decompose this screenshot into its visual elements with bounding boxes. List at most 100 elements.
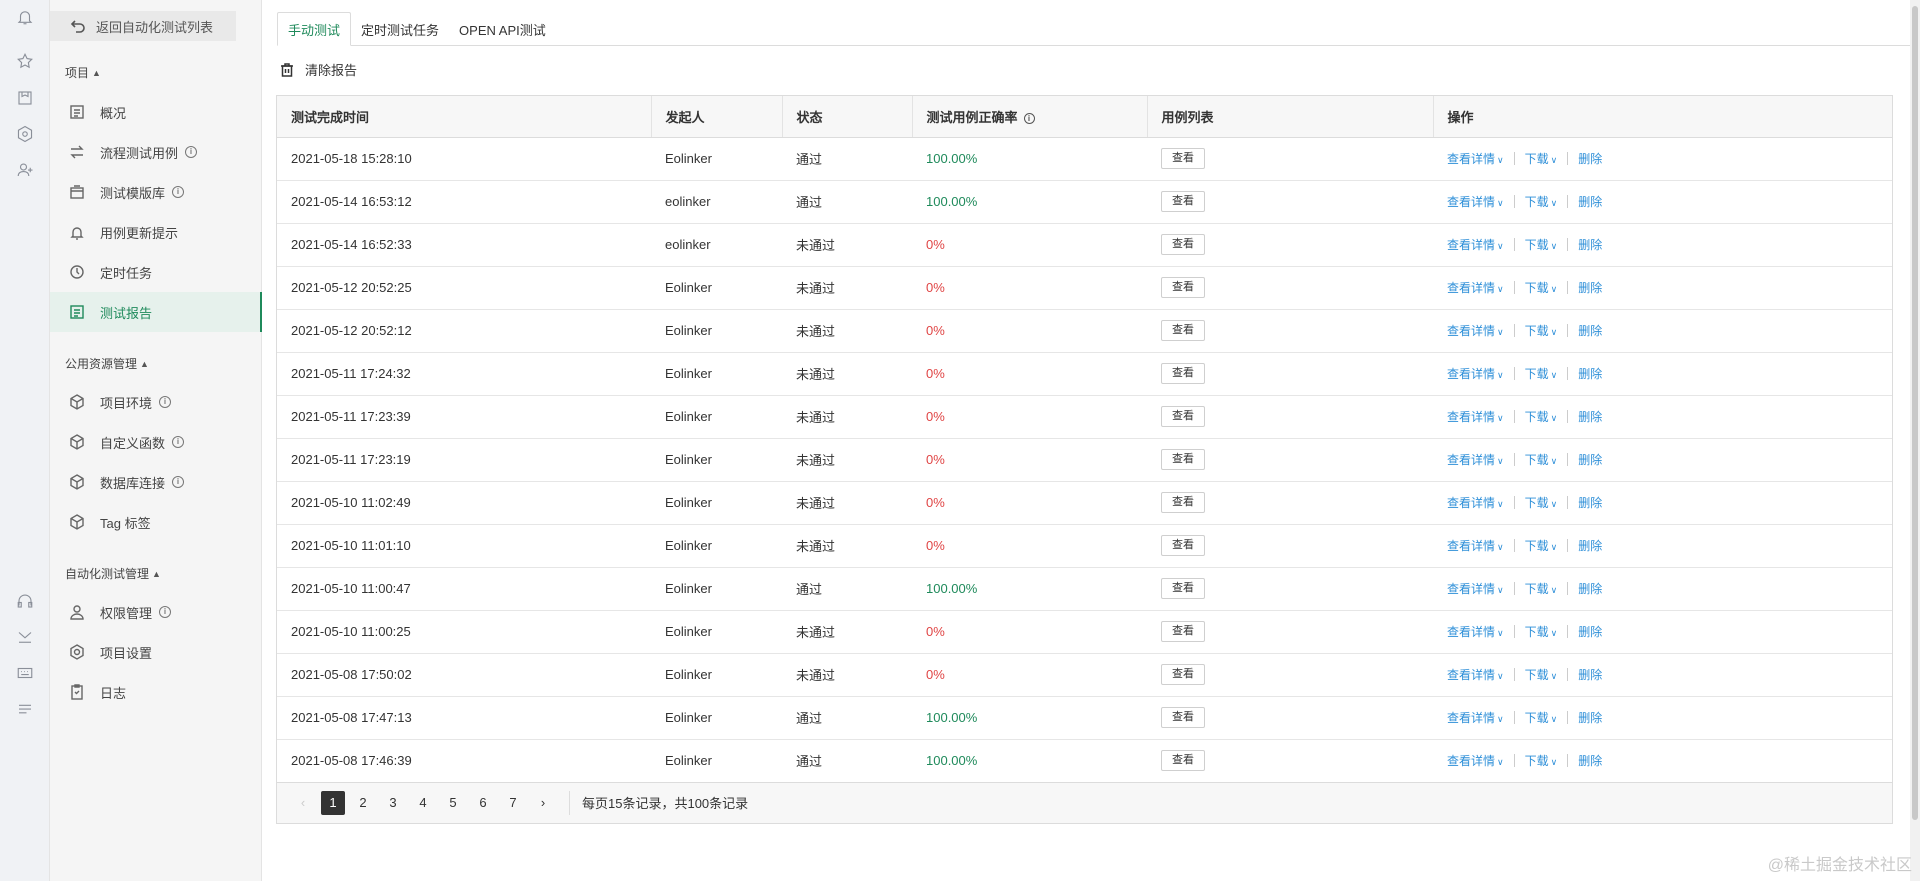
delete-link[interactable]: 删除: [1578, 451, 1602, 468]
sidebar-item-update-notice[interactable]: 用例更新提示: [50, 212, 262, 252]
sidebar-item-custom-functions[interactable]: 自定义函数 i: [50, 422, 262, 462]
view-cases-button[interactable]: 查看: [1161, 277, 1205, 298]
tab-open-api-test[interactable]: OPEN API测试: [449, 12, 556, 46]
delete-link[interactable]: 删除: [1578, 408, 1602, 425]
download-icon[interactable]: [13, 625, 37, 649]
page-button[interactable]: 3: [381, 791, 405, 815]
info-icon[interactable]: i: [172, 186, 185, 198]
view-detail-link[interactable]: 查看详情 ∨: [1447, 365, 1504, 382]
view-cases-button[interactable]: 查看: [1161, 234, 1205, 255]
delete-link[interactable]: 删除: [1578, 580, 1602, 597]
delete-link[interactable]: 删除: [1578, 709, 1602, 726]
delete-link[interactable]: 删除: [1578, 666, 1602, 683]
download-link[interactable]: 下载 ∨: [1525, 709, 1558, 726]
page-button[interactable]: 4: [411, 791, 435, 815]
sidebar-item-permissions[interactable]: 权限管理 i: [50, 592, 262, 632]
delete-link[interactable]: 删除: [1578, 623, 1602, 640]
download-link[interactable]: 下载 ∨: [1525, 580, 1558, 597]
delete-link[interactable]: 删除: [1578, 193, 1602, 210]
delete-link[interactable]: 删除: [1578, 752, 1602, 769]
download-link[interactable]: 下载 ∨: [1525, 752, 1558, 769]
keyboard-icon[interactable]: [13, 661, 37, 685]
page-button[interactable]: 7: [501, 791, 525, 815]
view-cases-button[interactable]: 查看: [1161, 191, 1205, 212]
delete-link[interactable]: 删除: [1578, 279, 1602, 296]
download-link[interactable]: 下载 ∨: [1525, 279, 1558, 296]
view-cases-button[interactable]: 查看: [1161, 363, 1205, 384]
view-detail-link[interactable]: 查看详情 ∨: [1447, 580, 1504, 597]
download-link[interactable]: 下载 ∨: [1525, 451, 1558, 468]
view-cases-button[interactable]: 查看: [1161, 492, 1205, 513]
view-cases-button[interactable]: 查看: [1161, 707, 1205, 728]
sidebar-item-tags[interactable]: Tag 标签: [50, 502, 262, 542]
page-button[interactable]: 2: [351, 791, 375, 815]
inbox-icon[interactable]: [13, 86, 37, 110]
star-icon[interactable]: [13, 49, 37, 73]
view-cases-button[interactable]: 查看: [1161, 406, 1205, 427]
view-cases-button[interactable]: 查看: [1161, 449, 1205, 470]
tab-scheduled-test[interactable]: 定时测试任务: [351, 12, 449, 46]
view-detail-link[interactable]: 查看详情 ∨: [1447, 623, 1504, 640]
page-button[interactable]: 5: [441, 791, 465, 815]
download-link[interactable]: 下载 ∨: [1525, 322, 1558, 339]
view-cases-button[interactable]: 查看: [1161, 750, 1205, 771]
info-icon[interactable]: i: [172, 476, 185, 488]
view-cases-button[interactable]: 查看: [1161, 320, 1205, 341]
group-title-automation-mgmt[interactable]: 自动化测试管理 ▲: [65, 565, 161, 582]
download-link[interactable]: 下载 ∨: [1525, 494, 1558, 511]
sidebar-item-template-lib[interactable]: 测试模版库 i: [50, 172, 262, 212]
download-link[interactable]: 下载 ∨: [1525, 666, 1558, 683]
view-detail-link[interactable]: 查看详情 ∨: [1447, 322, 1504, 339]
info-icon[interactable]: i: [185, 146, 198, 158]
view-cases-button[interactable]: 查看: [1161, 148, 1205, 169]
sidebar-item-overview[interactable]: 概况: [50, 92, 262, 132]
info-icon[interactable]: i: [172, 436, 185, 448]
view-detail-link[interactable]: 查看详情 ∨: [1447, 150, 1504, 167]
tab-manual-test[interactable]: 手动测试: [277, 12, 352, 46]
back-to-list-button[interactable]: 返回自动化测试列表: [50, 11, 236, 41]
download-link[interactable]: 下载 ∨: [1525, 236, 1558, 253]
sidebar-item-logs[interactable]: 日志: [50, 672, 262, 712]
sidebar-item-db-connection[interactable]: 数据库连接 i: [50, 462, 262, 502]
download-link[interactable]: 下载 ∨: [1525, 408, 1558, 425]
sidebar-item-test-report[interactable]: 测试报告: [50, 292, 263, 332]
menu-icon[interactable]: [13, 697, 37, 721]
download-link[interactable]: 下载 ∨: [1525, 537, 1558, 554]
next-page-icon[interactable]: ›: [531, 791, 555, 815]
view-detail-link[interactable]: 查看详情 ∨: [1447, 279, 1504, 296]
download-link[interactable]: 下载 ∨: [1525, 623, 1558, 640]
group-title-project[interactable]: 项目 ▲: [65, 64, 101, 81]
sidebar-item-project-settings[interactable]: 项目设置: [50, 632, 262, 672]
scrollbar[interactable]: [1910, 0, 1920, 881]
sidebar-item-flow-cases[interactable]: 流程测试用例 i: [50, 132, 262, 172]
view-cases-button[interactable]: 查看: [1161, 621, 1205, 642]
view-cases-button[interactable]: 查看: [1161, 578, 1205, 599]
clear-report-button[interactable]: 清除报告: [279, 60, 357, 79]
delete-link[interactable]: 删除: [1578, 494, 1602, 511]
view-cases-button[interactable]: 查看: [1161, 664, 1205, 685]
page-button[interactable]: 6: [471, 791, 495, 815]
scrollbar-thumb[interactable]: [1912, 6, 1918, 820]
info-icon[interactable]: i: [1023, 112, 1035, 124]
view-detail-link[interactable]: 查看详情 ∨: [1447, 494, 1504, 511]
delete-link[interactable]: 删除: [1578, 236, 1602, 253]
view-detail-link[interactable]: 查看详情 ∨: [1447, 709, 1504, 726]
download-link[interactable]: 下载 ∨: [1525, 150, 1558, 167]
delete-link[interactable]: 删除: [1578, 537, 1602, 554]
group-title-shared-resources[interactable]: 公用资源管理 ▲: [65, 355, 149, 372]
headset-icon[interactable]: [13, 589, 37, 613]
prev-page-icon[interactable]: ‹: [291, 791, 315, 815]
sidebar-item-environment[interactable]: 项目环境 i: [50, 382, 262, 422]
delete-link[interactable]: 删除: [1578, 322, 1602, 339]
download-link[interactable]: 下载 ∨: [1525, 193, 1558, 210]
view-detail-link[interactable]: 查看详情 ∨: [1447, 537, 1504, 554]
view-detail-link[interactable]: 查看详情 ∨: [1447, 408, 1504, 425]
view-detail-link[interactable]: 查看详情 ∨: [1447, 236, 1504, 253]
notification-icon[interactable]: [13, 5, 37, 29]
gear-icon[interactable]: [13, 122, 37, 146]
delete-link[interactable]: 删除: [1578, 150, 1602, 167]
info-icon[interactable]: i: [159, 606, 172, 618]
download-link[interactable]: 下载 ∨: [1525, 365, 1558, 382]
view-detail-link[interactable]: 查看详情 ∨: [1447, 752, 1504, 769]
info-icon[interactable]: i: [159, 396, 172, 408]
